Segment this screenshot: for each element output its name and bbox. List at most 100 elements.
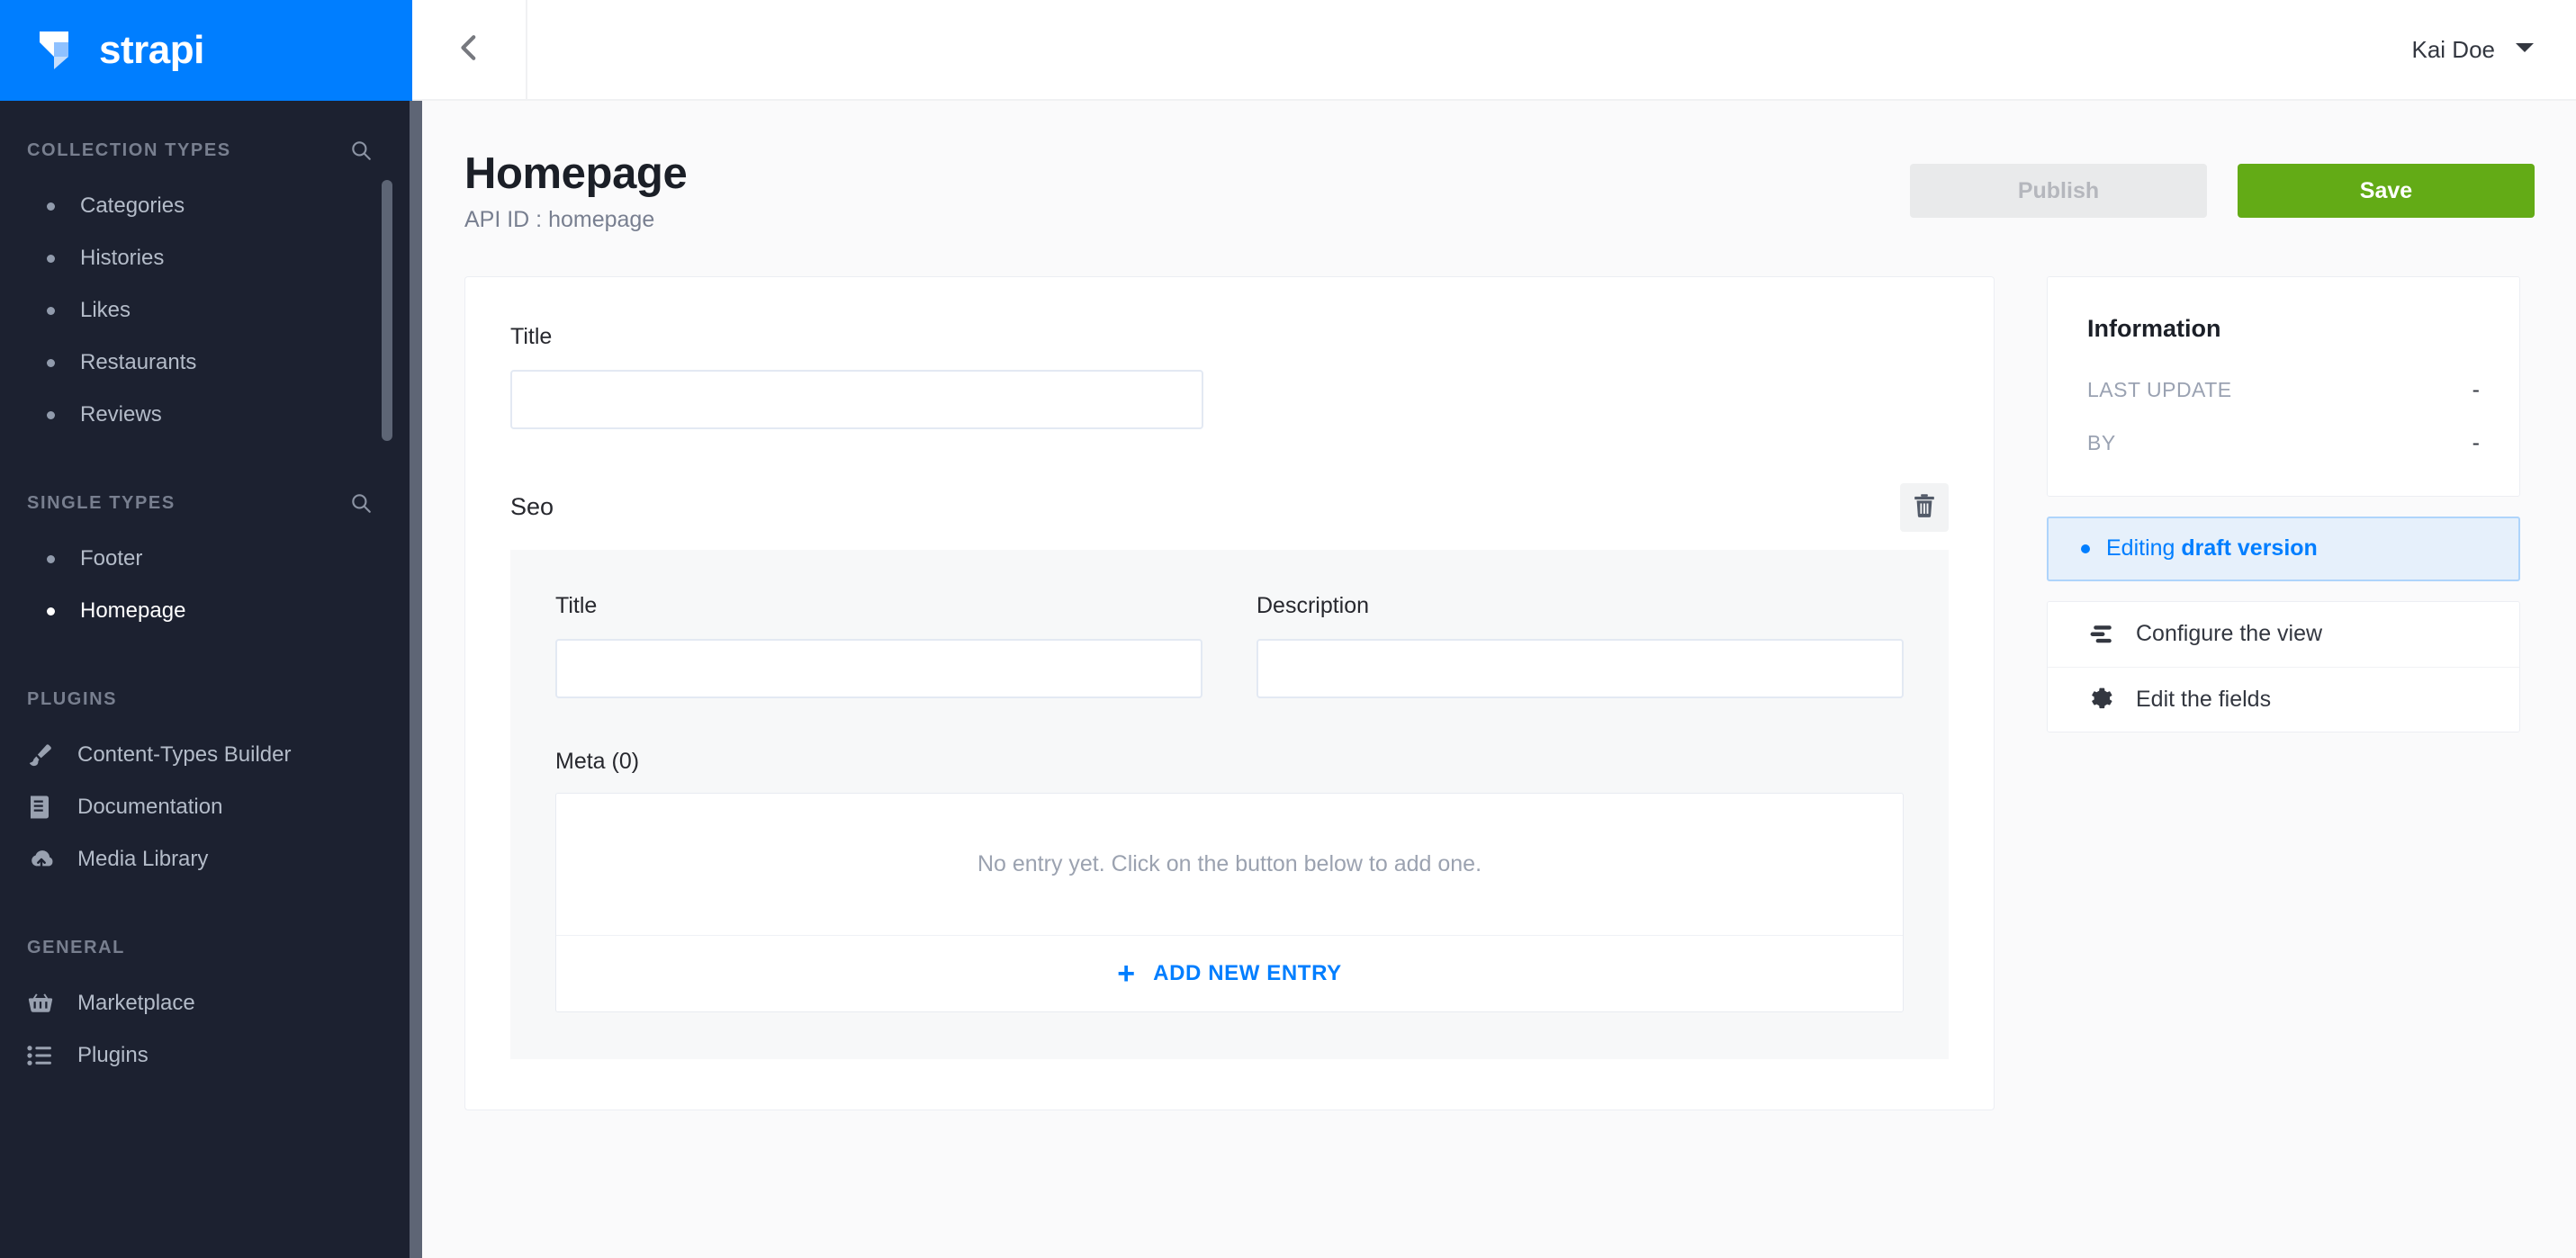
- draft-version-banner[interactable]: Editing draft version: [2047, 516, 2520, 581]
- information-row-by: BY -: [2087, 430, 2480, 456]
- sidebar-item-media-library[interactable]: Media Library: [0, 833, 412, 885]
- topbar: Kai Doe: [412, 0, 2576, 101]
- configure-the-view-link[interactable]: Configure the view: [2048, 602, 2519, 667]
- sidebar-nav: COLLECTION TYPES Categories Histories Li…: [0, 101, 412, 1258]
- seo-title-field: Title: [555, 593, 1202, 698]
- paintbrush-icon: [27, 741, 58, 768]
- edit-the-fields-label: Edit the fields: [2136, 686, 2272, 712]
- search-icon-single-types[interactable]: [347, 490, 374, 517]
- user-name: Kai Doe: [2411, 35, 2496, 63]
- seo-component-header: Seo: [510, 482, 1949, 532]
- sidebar: strapi COLLECTION TYPES Categories Histo…: [0, 0, 412, 1258]
- nav-list-plugins: Content-Types Builder Documentation Medi…: [0, 729, 412, 885]
- publish-button[interactable]: Publish: [1910, 164, 2207, 218]
- sidebar-item-label: Plugins: [77, 1043, 149, 1067]
- chevron-left-icon: [455, 32, 482, 67]
- sidebar-item-restaurants[interactable]: Restaurants: [0, 337, 385, 389]
- seo-component-body: Title Description Meta (0) No entry yet.…: [510, 549, 1949, 1059]
- sidebar-item-label: Homepage: [80, 598, 186, 623]
- information-title: Information: [2087, 314, 2221, 342]
- info-key: LAST UPDATE: [2087, 377, 2232, 401]
- meta-empty-state: No entry yet. Click on the button below …: [556, 794, 1903, 936]
- info-key: BY: [2087, 430, 2116, 454]
- edit-the-fields-link[interactable]: Edit the fields: [2048, 666, 2519, 732]
- title-field-label: Title: [510, 323, 553, 349]
- seo-description-input[interactable]: [1256, 638, 1904, 698]
- sidebar-item-reviews[interactable]: Reviews: [0, 389, 385, 441]
- seo-fields-row: Title Description: [555, 593, 1904, 698]
- delete-seo-component-button[interactable]: [1900, 482, 1949, 532]
- sidebar-item-content-types-builder[interactable]: Content-Types Builder: [0, 729, 412, 781]
- section-title-single-types: SINGLE TYPES: [27, 492, 176, 513]
- status-dot-icon: [2081, 544, 2090, 553]
- layout-settings-icon: [2089, 625, 2116, 644]
- bullet-icon: [47, 202, 55, 211]
- brand-name: strapi: [99, 28, 204, 72]
- sidebar-item-label: Footer: [80, 546, 143, 571]
- sidebar-item-plugins[interactable]: Plugins: [0, 1029, 412, 1082]
- sidebar-item-label: Categories: [80, 193, 185, 218]
- content-area: Homepage API ID : homepage Publish Save …: [412, 101, 2576, 1258]
- page-title: Homepage: [464, 149, 688, 198]
- bullet-icon: [47, 306, 55, 315]
- bullet-icon: [47, 358, 55, 367]
- section-header-general: GENERAL: [0, 925, 412, 970]
- seo-title-input[interactable]: [555, 638, 1202, 698]
- bullet-icon: [47, 554, 55, 563]
- meta-repeatable-box: No entry yet. Click on the button below …: [555, 792, 1904, 1012]
- sidebar-item-label: Media Library: [77, 847, 209, 871]
- sidebar-item-label: Likes: [80, 298, 131, 322]
- content-columns: Title Seo Title Description Meta (0) No …: [464, 275, 2535, 1110]
- info-value: -: [2472, 429, 2480, 455]
- add-new-entry-button[interactable]: + ADD NEW ENTRY: [556, 936, 1903, 1011]
- seo-title-label: Title: [555, 592, 598, 618]
- add-new-entry-label: ADD NEW ENTRY: [1153, 960, 1342, 985]
- bullet-icon: [47, 607, 55, 616]
- edit-form-card: Title Seo Title Description Meta (0) No …: [464, 275, 1995, 1110]
- sidebar-item-documentation[interactable]: Documentation: [0, 781, 412, 833]
- page-heading-block: Homepage API ID : homepage: [464, 149, 688, 233]
- configure-the-view-label: Configure the view: [2136, 621, 2323, 647]
- plus-icon: +: [1117, 956, 1136, 991]
- section-title-collection-types: COLLECTION TYPES: [27, 139, 231, 160]
- brand-header[interactable]: strapi: [0, 0, 412, 101]
- section-header-collection-types: COLLECTION TYPES: [0, 128, 412, 173]
- meta-repeatable-label: Meta (0): [555, 748, 640, 774]
- trash-icon: [1913, 493, 1936, 521]
- section-title-plugins: PLUGINS: [27, 688, 118, 709]
- page-subtitle: API ID : homepage: [464, 206, 655, 232]
- save-button[interactable]: Save: [2238, 164, 2535, 218]
- collection-types-scrollbar[interactable]: [382, 180, 392, 441]
- sidebar-item-marketplace[interactable]: Marketplace: [0, 977, 412, 1029]
- page-scrollbar[interactable]: [410, 101, 422, 1258]
- sidebar-item-footer[interactable]: Footer: [0, 533, 412, 585]
- page-actions: Publish Save: [1910, 149, 2535, 218]
- draft-banner-text: Editing draft version: [2106, 535, 2318, 562]
- information-row-last-update: LAST UPDATE -: [2087, 377, 2480, 403]
- sidebar-item-label: Documentation: [77, 795, 223, 819]
- title-input[interactable]: [510, 369, 1203, 429]
- nav-list-single-types: Footer Homepage: [0, 533, 412, 637]
- sidebar-item-homepage[interactable]: Homepage: [0, 585, 412, 637]
- cloud-upload-icon: [27, 848, 58, 871]
- section-header-single-types: SINGLE TYPES: [0, 481, 412, 526]
- list-icon: [27, 1045, 58, 1066]
- seo-component-title: Seo: [510, 493, 554, 521]
- shopping-basket-icon: [27, 991, 58, 1016]
- search-icon-collection-types[interactable]: [347, 137, 374, 164]
- main-area: Kai Doe Homepage API ID : homepage Publi…: [412, 0, 2576, 1258]
- app-root: strapi COLLECTION TYPES Categories Histo…: [0, 0, 2576, 1258]
- sidebar-item-label: Reviews: [80, 402, 162, 427]
- sidebar-item-histories[interactable]: Histories: [0, 232, 385, 284]
- sidebar-item-label: Restaurants: [80, 350, 197, 374]
- gear-icon: [2089, 687, 2116, 711]
- sidebar-item-likes[interactable]: Likes: [0, 284, 385, 337]
- back-button[interactable]: [412, 0, 527, 99]
- sidebar-item-label: Marketplace: [77, 991, 195, 1015]
- sidebar-item-categories[interactable]: Categories: [0, 180, 385, 232]
- bullet-icon: [47, 254, 55, 263]
- user-menu[interactable]: Kai Doe: [2412, 0, 2576, 99]
- right-rail: Information LAST UPDATE - BY - Editing d…: [2047, 275, 2520, 732]
- sidebar-item-label: Histories: [80, 246, 165, 270]
